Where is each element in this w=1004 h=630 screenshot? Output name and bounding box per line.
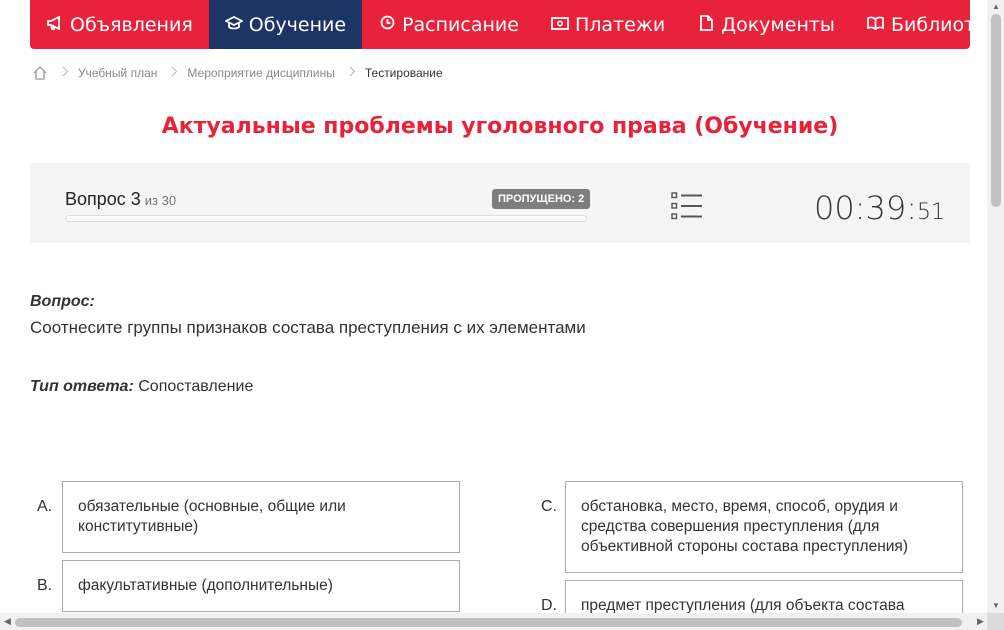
nav-item-announcements[interactable]: Объявления (30, 0, 209, 49)
timer-seconds: 51 (917, 200, 945, 225)
question-status-panel: Вопрос 3 из 30 ПРОПУЩЕНО: 2 00:39:51 (30, 163, 970, 243)
timer: 00:39:51 (814, 189, 945, 227)
scroll-right-icon[interactable]: ▶ (977, 616, 984, 627)
match-item[interactable]: факультативные (дополнительные) (62, 560, 460, 612)
answer-type-label: Тип ответа: (30, 378, 134, 395)
graduation-cap-icon (223, 15, 244, 34)
question-total-label: из 30 (144, 193, 177, 208)
breadcrumb-item-curriculum[interactable]: Учебный план (78, 66, 157, 80)
scroll-left-icon[interactable]: ◀ (4, 616, 11, 627)
answer-type: Тип ответа: Сопоставление (30, 378, 253, 396)
match-item[interactable]: обстановка, место, время, способ, орудия… (565, 481, 963, 573)
nav-item-schedule[interactable]: Расписание (362, 0, 535, 49)
book-icon (867, 15, 885, 34)
skipped-badge: ПРОПУЩЕНО: 2 (492, 189, 591, 209)
main-nav: Объявления Обучение Расписание Платежи Д… (30, 0, 1004, 49)
nav-item-payments[interactable]: Платежи (535, 0, 681, 49)
home-icon[interactable] (32, 65, 48, 81)
breadcrumb-item-testing: Тестирование (364, 66, 443, 80)
match-letter: A. (37, 498, 53, 515)
clock-icon (378, 15, 396, 34)
question-list-icon[interactable] (671, 192, 703, 220)
scroll-down-icon[interactable]: ▼ (991, 601, 1001, 610)
nav-item-library[interactable]: Библиотека (851, 0, 1004, 49)
match-letter: B. (37, 577, 53, 594)
question-text: Соотнесите группы признаков состава прес… (30, 318, 586, 337)
money-icon (551, 16, 569, 34)
scrollbar-corner (987, 613, 1004, 630)
match-item[interactable]: обязательные (основные, общие или консти… (62, 481, 460, 553)
document-icon (697, 14, 715, 35)
horizontal-scroll-thumb[interactable] (15, 618, 962, 627)
nav-item-education[interactable]: Обучение (208, 0, 363, 49)
page-title: Актуальные проблемы уголовного права (Об… (161, 114, 839, 139)
answer-type-value: Сопоставление (138, 378, 254, 395)
horizontal-scrollbar[interactable]: ◀ ▶ (0, 613, 987, 630)
vertical-scroll-thumb[interactable] (991, 14, 1001, 207)
chevron-right-icon (62, 66, 69, 80)
nav-label: Обучение (248, 13, 347, 36)
nav-label: Документы (721, 13, 835, 36)
timer-main: 00:39: (814, 189, 917, 227)
vertical-scrollbar[interactable]: ▲ ▼ (987, 0, 1004, 613)
progress-bar (65, 215, 587, 222)
scroll-up-icon[interactable]: ▲ (991, 2, 1001, 11)
question-label: Вопрос: (30, 293, 95, 310)
nav-label: Объявления (70, 13, 193, 36)
breadcrumb-item-discipline-event[interactable]: Мероприятие дисциплины (187, 66, 334, 80)
chevron-right-icon (171, 66, 178, 80)
nav-item-documents[interactable]: Документы (681, 0, 851, 49)
nav-label: Расписание (402, 13, 519, 36)
nav-label: Платежи (574, 13, 666, 36)
megaphone-icon (46, 15, 64, 34)
breadcrumb: Учебный план Мероприятие дисциплины Тест… (32, 63, 443, 83)
chevron-right-icon (349, 66, 356, 80)
question-number-label: Вопрос 3 (65, 189, 141, 209)
question-number: Вопрос 3 из 30 (65, 189, 176, 210)
match-letter: C. (541, 498, 557, 515)
